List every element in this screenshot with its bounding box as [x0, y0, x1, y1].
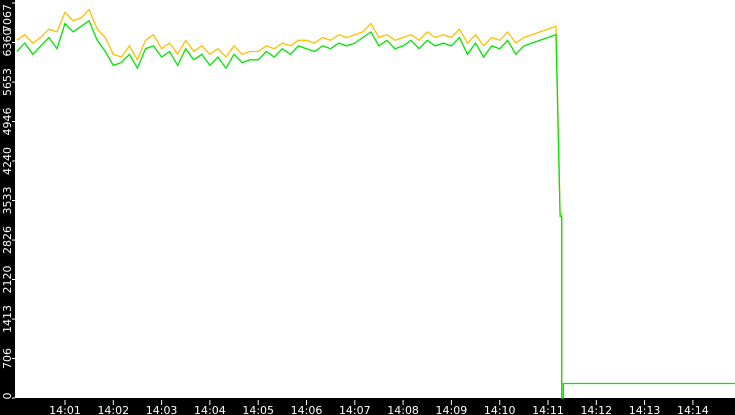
y-tick-label: 3533	[1, 187, 14, 215]
x-tick-label: 14:12	[580, 404, 612, 415]
y-tick-label: 0	[1, 393, 14, 400]
x-tick-label: 14:06	[291, 404, 323, 415]
y-tick-label: 7067	[1, 4, 14, 32]
plot-area	[15, 0, 735, 398]
x-tick-label: 14:02	[97, 404, 129, 415]
x-tick-label: 14:04	[194, 404, 226, 415]
x-axis: 14:01 14:02 14:03 14:04 14:05 14:06 14:07 14:08…	[49, 400, 709, 415]
x-tick-label: 14:01	[49, 404, 81, 415]
y-tick-label: 4946	[1, 108, 14, 136]
x-tick-label: 14:11	[532, 404, 564, 415]
chart-svg: 0706141321202826353342404946565363607067…	[1, 0, 735, 415]
x-tick-label: 14:14	[677, 404, 709, 415]
y-tick-label: 4240	[1, 147, 14, 175]
x-tick-label: 14:08	[387, 404, 419, 415]
y-axis: 0706141321202826353342404946565363607067	[1, 2, 15, 400]
y-tick-label: 2826	[1, 226, 14, 254]
x-tick-label: 14:10	[484, 404, 516, 415]
y-tick-label: 1413	[1, 305, 14, 333]
x-tick-label: 14:09	[436, 404, 468, 415]
x-tick-label: 14:13	[629, 404, 661, 415]
y-tick-label: 2120	[1, 266, 14, 294]
x-tick-label: 14:05	[242, 404, 274, 415]
x-tick-label: 14:07	[339, 404, 371, 415]
x-tick-label: 14:03	[146, 404, 178, 415]
y-tick-label: 706	[1, 348, 14, 369]
line-chart: 0 706 1413 2120 2826 3533 4240 4946 5653 6360 7067…	[0, 0, 735, 415]
y-tick-label: 5653	[1, 68, 14, 96]
